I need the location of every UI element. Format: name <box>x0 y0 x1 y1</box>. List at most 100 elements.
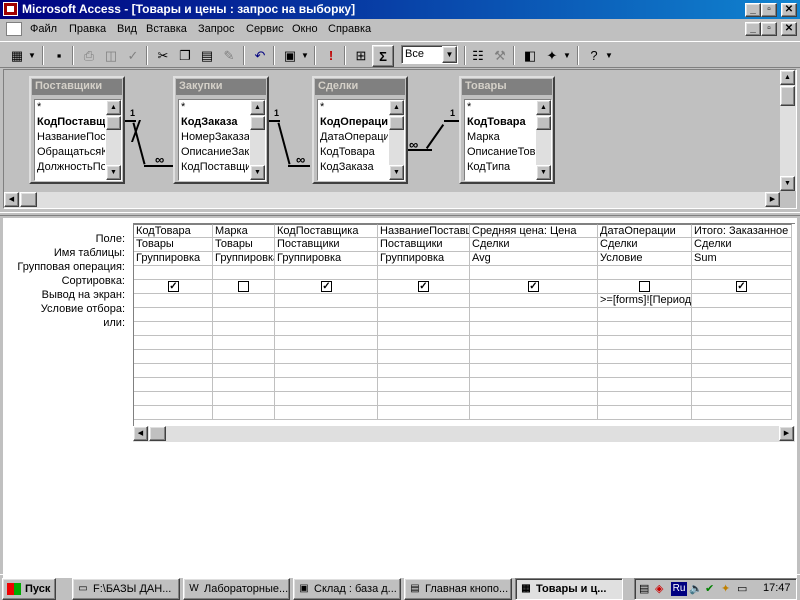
or-cell[interactable] <box>213 308 275 322</box>
minimize-button[interactable]: _ <box>745 3 761 17</box>
scroll-left-icon[interactable]: ◀ <box>4 192 19 207</box>
table-title[interactable]: Товары <box>462 79 552 95</box>
pane-splitter[interactable] <box>0 212 800 216</box>
checkbox-checked[interactable]: ✓ <box>321 281 332 292</box>
or-cell[interactable] <box>134 308 213 322</box>
field-cell[interactable]: Средняя цена: Цена <box>470 224 598 238</box>
or-cell[interactable] <box>470 392 598 406</box>
sort-cell[interactable] <box>275 266 378 280</box>
or-cell[interactable] <box>692 350 792 364</box>
upper-vscrollbar[interactable]: ▲ ▼ <box>780 70 796 191</box>
scroll-thumb[interactable] <box>149 426 166 441</box>
show-checkbox-cell[interactable]: ✓ <box>692 280 792 294</box>
scroll-down-icon[interactable]: ▼ <box>106 165 121 180</box>
or-cell[interactable] <box>598 378 692 392</box>
table-deals[interactable]: Сделки * КодОперации ДатаОперации КодТов… <box>312 76 408 184</box>
show-checkbox-cell[interactable]: ✓ <box>275 280 378 294</box>
field-item[interactable]: КодЗаказа <box>320 161 388 176</box>
volume-icon[interactable]: 🔈 <box>689 582 703 596</box>
build-icon[interactable]: ⚒ <box>489 45 511 67</box>
total-cell[interactable]: Группировка <box>134 252 213 266</box>
help-icon[interactable]: ? <box>583 45 605 67</box>
or-cell[interactable] <box>213 322 275 336</box>
scroll-thumb[interactable] <box>536 116 551 130</box>
language-indicator[interactable]: Ru <box>671 582 687 596</box>
or-cell[interactable] <box>213 364 275 378</box>
menu-file[interactable]: Файл <box>30 23 57 35</box>
show-checkbox-cell[interactable] <box>598 280 692 294</box>
or-cell[interactable] <box>598 350 692 364</box>
field-cell[interactable]: Марка <box>213 224 275 238</box>
field-item[interactable]: КодТовара <box>467 116 535 131</box>
field-item[interactable]: ОбращатьсяК <box>37 146 105 161</box>
scheduler-icon[interactable]: ▤ <box>639 582 653 596</box>
field-item[interactable]: * <box>320 101 388 116</box>
table-cell[interactable]: Сделки <box>692 238 792 252</box>
field-cell[interactable]: КодТовара <box>134 224 213 238</box>
paste-icon[interactable]: ▤ <box>196 45 218 67</box>
show-checkbox-cell[interactable]: ✓ <box>378 280 470 294</box>
or-cell[interactable] <box>598 336 692 350</box>
menu-edit[interactable]: Правка <box>69 23 106 35</box>
or-cell[interactable] <box>378 406 470 420</box>
scroll-thumb[interactable] <box>106 116 121 130</box>
field-item[interactable]: ДатаОперации <box>320 131 388 146</box>
table-title[interactable]: Закупки <box>176 79 266 95</box>
table-suppliers[interactable]: Поставщики * КодПоставщика НазваниеПоста… <box>29 76 125 184</box>
or-cell[interactable] <box>470 406 598 420</box>
print-preview-icon[interactable]: ◫ <box>100 45 122 67</box>
save-icon[interactable]: ▪ <box>48 45 70 67</box>
or-cell[interactable] <box>470 350 598 364</box>
checkbox-unchecked[interactable] <box>238 281 249 292</box>
help-dropdown-icon[interactable]: ▼ <box>605 51 613 60</box>
access-app-icon[interactable] <box>3 2 18 16</box>
query-type-icon[interactable]: ▣ <box>279 45 301 67</box>
scroll-down-icon[interactable]: ▼ <box>536 165 551 180</box>
upper-hscrollbar[interactable]: ◀ ▶ <box>4 192 780 208</box>
scroll-down-icon[interactable]: ▼ <box>389 165 404 180</box>
field-scrollbar[interactable]: ▲ ▼ <box>106 100 121 180</box>
field-item[interactable]: КодТовара <box>320 146 388 161</box>
or-cell[interactable] <box>275 378 378 392</box>
total-cell[interactable]: Группировка <box>275 252 378 266</box>
total-cell[interactable]: Sum <box>692 252 792 266</box>
sort-cell[interactable] <box>378 266 470 280</box>
start-button[interactable]: Пуск <box>2 578 56 600</box>
or-cell[interactable] <box>378 322 470 336</box>
table-title[interactable]: Сделки <box>315 79 405 95</box>
criteria-cell[interactable] <box>470 294 598 308</box>
network-icon[interactable]: ✦ <box>721 582 735 596</box>
show-table-icon[interactable]: ⊞ <box>350 45 372 67</box>
or-cell[interactable] <box>213 336 275 350</box>
menu-insert[interactable]: Вставка <box>146 23 187 35</box>
total-cell[interactable]: Группировка <box>213 252 275 266</box>
or-cell[interactable] <box>275 392 378 406</box>
grid-hscrollbar[interactable]: ◀ ▶ <box>133 426 795 442</box>
totals-icon[interactable]: Σ <box>372 45 394 67</box>
sort-cell[interactable] <box>692 266 792 280</box>
doc-restore-button[interactable]: ▫ <box>761 22 777 36</box>
or-cell[interactable] <box>470 308 598 322</box>
criteria-cell[interactable] <box>275 294 378 308</box>
field-scrollbar[interactable]: ▲ ▼ <box>250 100 265 180</box>
scroll-down-icon[interactable]: ▼ <box>250 165 265 180</box>
total-cell[interactable]: Avg <box>470 252 598 266</box>
or-cell[interactable] <box>275 322 378 336</box>
scroll-right-icon[interactable]: ▶ <box>765 192 780 207</box>
checkbox-checked[interactable]: ✓ <box>418 281 429 292</box>
cut-icon[interactable]: ✂ <box>152 45 174 67</box>
or-cell[interactable] <box>134 392 213 406</box>
checkbox-checked[interactable]: ✓ <box>528 281 539 292</box>
or-cell[interactable] <box>378 392 470 406</box>
menu-help[interactable]: Справка <box>328 23 371 35</box>
or-cell[interactable] <box>134 364 213 378</box>
or-cell[interactable] <box>275 308 378 322</box>
scroll-down-icon[interactable]: ▼ <box>780 176 795 191</box>
criteria-cell[interactable]: >=[forms]![Период] <box>598 294 692 308</box>
task-button[interactable]: W Лабораторные... <box>183 578 290 600</box>
table-cell[interactable]: Товары <box>134 238 213 252</box>
field-item[interactable]: КодПоставщика <box>181 161 249 176</box>
field-item[interactable]: * <box>181 101 249 116</box>
task-button[interactable]: ▤ Главная кнопо... <box>404 578 512 600</box>
scroll-up-icon[interactable]: ▲ <box>780 70 795 85</box>
